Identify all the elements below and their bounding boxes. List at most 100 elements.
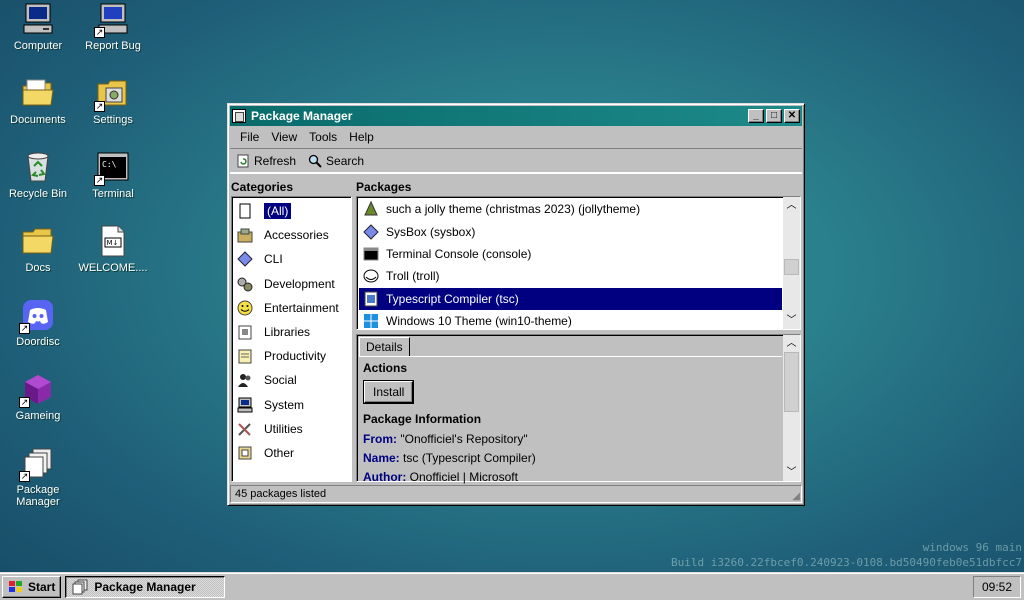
window-title: Package Manager — [251, 109, 353, 123]
search-icon — [308, 154, 322, 168]
tab-details[interactable]: Details — [359, 337, 410, 357]
desktop-icon-gameing[interactable]: ↗ Gameing — [0, 372, 76, 422]
desktop-icon-package-manager[interactable]: ↗ Package Manager — [0, 446, 76, 508]
scroll-up-icon[interactable]: ︿ — [783, 197, 800, 214]
console-icon — [363, 247, 379, 261]
packages-scrollbar[interactable]: ︿ ﹀ — [783, 197, 800, 329]
category-item-accessories[interactable]: Accessories — [232, 223, 351, 247]
category-label: Development — [264, 276, 335, 291]
desktop-icon-computer[interactable]: Computer — [0, 2, 76, 52]
scroll-thumb[interactable] — [784, 352, 799, 412]
category-item-entertainment[interactable]: Entertainment — [232, 296, 351, 320]
category-item-all[interactable]: (All) — [232, 199, 351, 223]
desktop-icon-label: Terminal — [92, 188, 134, 200]
window-titlebar[interactable]: Package Manager _ □ ✕ — [230, 106, 802, 126]
package-row-tsc[interactable]: Typescript Compiler (tsc) — [359, 287, 782, 310]
package-row-console[interactable]: Terminal Console (console) — [359, 243, 782, 265]
settings-folder-icon: ↗ — [94, 76, 130, 112]
info-name-key: Name: — [363, 451, 400, 465]
category-item-libraries[interactable]: Libraries — [232, 320, 351, 344]
tools-icon — [238, 423, 251, 436]
desktop-icon-docs[interactable]: Docs — [0, 224, 76, 274]
close-button[interactable]: ✕ — [784, 109, 800, 123]
package-manager-window: Package Manager _ □ ✕ File View Tools He… — [227, 103, 805, 506]
svg-text:M↓: M↓ — [107, 239, 119, 247]
package-row-jollytheme[interactable]: such a jolly theme (christmas 2023) (jol… — [359, 198, 782, 220]
desktop-icon-label: Settings — [93, 114, 133, 126]
troll-icon — [363, 269, 379, 283]
folder-icon — [21, 76, 55, 110]
actions-heading: Actions — [363, 361, 408, 375]
package-manager-icon: ↗ — [19, 446, 55, 482]
tree-icon — [364, 201, 378, 216]
shortcut-arrow-icon: ↗ — [19, 397, 30, 408]
refresh-button[interactable]: Refresh — [234, 152, 298, 170]
menu-help[interactable]: Help — [343, 128, 380, 146]
scroll-down-icon[interactable]: ﹀ — [783, 464, 800, 481]
notepad-icon — [238, 349, 252, 364]
smiley-icon — [237, 300, 253, 316]
menu-bar: File View Tools Help — [230, 126, 802, 148]
category-item-social[interactable]: Social — [232, 368, 351, 392]
package-row-sysbox[interactable]: SysBox (sysbox) — [359, 220, 782, 242]
doc-icon — [239, 203, 251, 219]
category-item-other[interactable]: Other — [232, 441, 351, 465]
discord-icon: ↗ — [19, 298, 55, 334]
maximize-button[interactable]: □ — [766, 109, 782, 123]
desktop-icon-recycle-bin[interactable]: Recycle Bin — [0, 150, 76, 200]
desktop-icon-report-bug[interactable]: ↗ Report Bug — [75, 2, 151, 52]
info-from-value: "Onofficiel's Repository" — [400, 432, 528, 446]
other-icon — [238, 446, 252, 460]
start-button[interactable]: Start — [2, 575, 62, 598]
system-tray-clock[interactable]: 09:52 — [973, 576, 1021, 598]
category-item-development[interactable]: Development — [232, 272, 351, 296]
people-icon — [238, 374, 251, 388]
package-row-troll[interactable]: Troll (troll) — [359, 265, 782, 287]
recycle-bin-icon — [21, 150, 55, 184]
category-item-cli[interactable]: CLI — [232, 247, 351, 271]
desktop-icon-welcome[interactable]: M↓ WELCOME.... — [75, 224, 151, 274]
info-author-row: Author: Onofficiel | Microsoft — [363, 470, 780, 484]
resize-grip-icon[interactable]: ◢ — [792, 491, 800, 502]
taskbar-item-package-manager[interactable]: Package Manager — [65, 575, 226, 598]
package-label: Troll (troll) — [386, 269, 440, 284]
toolbar: Refresh Search — [230, 148, 802, 174]
package-label: Windows 10 Theme (win10-theme) — [386, 314, 572, 329]
install-button[interactable]: Install — [364, 381, 414, 403]
info-from-key: From: — [363, 432, 397, 446]
scroll-down-icon[interactable]: ﹀ — [783, 312, 800, 329]
details-scrollbar[interactable]: ︿ ﹀ — [783, 335, 800, 481]
package-row-win10-theme[interactable]: Windows 10 Theme (win10-theme) — [359, 310, 782, 332]
gears-icon — [237, 277, 253, 292]
scroll-up-icon[interactable]: ︿ — [783, 335, 800, 352]
computer-icon — [21, 2, 55, 36]
package-label: Typescript Compiler (tsc) — [386, 291, 519, 306]
desktop-icon-label: Recycle Bin — [8, 188, 68, 200]
desktop-icon-settings[interactable]: ↗ Settings — [75, 76, 151, 126]
category-item-system[interactable]: System — [232, 393, 351, 417]
scroll-thumb[interactable] — [784, 259, 799, 275]
details-content: Actions Install Package Information From… — [363, 361, 780, 484]
category-item-productivity[interactable]: Productivity — [232, 344, 351, 368]
categories-header: Categories — [231, 180, 294, 194]
markdown-file-icon: M↓ — [96, 224, 130, 258]
windows-logo-icon — [364, 314, 378, 329]
desktop-icon-documents[interactable]: Documents — [0, 76, 76, 126]
search-button[interactable]: Search — [306, 152, 366, 170]
category-label: Productivity — [264, 349, 327, 364]
menu-tools[interactable]: Tools — [303, 128, 343, 146]
taskbar: Start Package Manager 09:52 — [0, 572, 1024, 600]
shortcut-arrow-icon: ↗ — [19, 471, 30, 482]
status-text: 45 packages listed — [235, 488, 327, 500]
shortcut-arrow-icon: ↗ — [19, 323, 30, 334]
packages-rows: such a jolly theme (christmas 2023) (jol… — [359, 198, 782, 332]
search-label: Search — [326, 154, 365, 168]
menu-view[interactable]: View — [265, 128, 303, 146]
category-item-utilities[interactable]: Utilities — [232, 417, 351, 441]
minimize-button[interactable]: _ — [748, 109, 764, 123]
desktop-icon-doordisc[interactable]: ↗ Doordisc — [0, 298, 76, 348]
menu-file[interactable]: File — [234, 128, 265, 146]
desktop-icon-label: Package Manager — [16, 484, 60, 508]
category-label: Other — [264, 445, 295, 460]
desktop-icon-terminal[interactable]: C:\ ↗ Terminal — [75, 150, 151, 200]
